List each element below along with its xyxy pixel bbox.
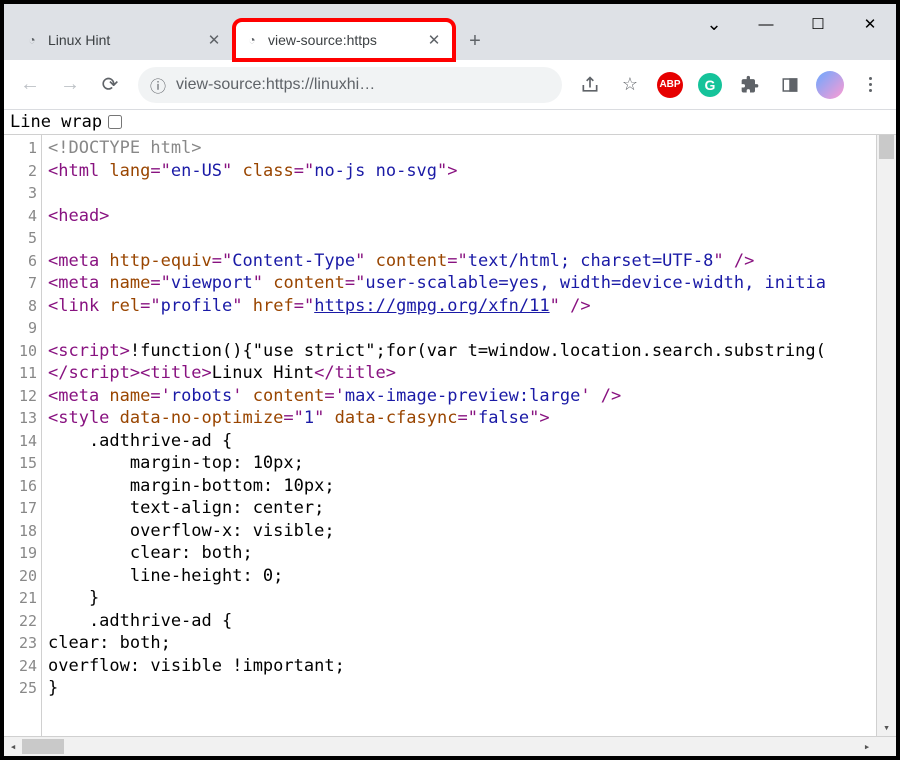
source-code[interactable]: <!DOCTYPE html> <html lang="en-US" class… [42,135,876,736]
favicon-icon: ◔ [244,32,260,48]
line-wrap-control: Line wrap [4,110,896,134]
address-bar[interactable]: ⓘ view-source:https://linuxhi… [138,67,562,103]
scroll-left-icon[interactable]: ◂ [4,740,22,753]
tab-linux-hint[interactable]: ◔ Linux Hint ✕ [14,20,234,60]
favicon-icon: ◔ [24,32,40,48]
new-tab-button[interactable]: + [460,26,490,56]
share-icon[interactable] [572,67,608,103]
tab-title: Linux Hint [48,32,198,48]
tab-title: view-source:https [268,32,418,48]
scrollbar-track[interactable] [22,737,858,756]
scroll-right-icon[interactable]: ▸ [858,740,876,753]
tab-strip: ◔ Linux Hint ✕ ◔ view-source:https ✕ + [4,20,490,60]
window-controls: ⌄ — ☐ ✕ [688,4,896,60]
url-text: view-source:https://linuxhi… [176,76,550,94]
toolbar: ← → ⟳ ⓘ view-source:https://linuxhi… ☆ A… [4,60,896,110]
horizontal-scrollbar[interactable]: ◂ ▸ [4,736,896,756]
line-number-gutter: 1234567891011121314151617181920212223242… [4,135,42,736]
minimize-button[interactable]: — [740,4,792,44]
close-icon[interactable]: ✕ [206,32,222,48]
extensions-icon[interactable] [732,67,768,103]
grammarly-extension-icon[interactable]: G [692,67,728,103]
line-wrap-checkbox[interactable] [108,115,122,129]
browser-window: ◔ Linux Hint ✕ ◔ view-source:https ✕ + ⌄… [0,0,900,760]
menu-button[interactable] [852,67,888,103]
close-icon[interactable]: ✕ [426,32,442,48]
forward-button[interactable]: → [52,67,88,103]
site-info-icon[interactable]: ⓘ [150,73,166,97]
tab-view-source[interactable]: ◔ view-source:https ✕ [234,20,454,60]
scrollbar-corner [876,737,896,756]
back-button[interactable]: ← [12,67,48,103]
scroll-down-icon[interactable]: ▾ [877,718,896,736]
vertical-scrollbar[interactable]: ▾ [876,135,896,736]
scrollbar-thumb[interactable] [22,739,64,754]
tab-search-button[interactable]: ⌄ [688,4,740,44]
reload-button[interactable]: ⟳ [92,67,128,103]
profile-avatar[interactable] [812,67,848,103]
scrollbar-thumb[interactable] [879,135,894,159]
titlebar: ◔ Linux Hint ✕ ◔ view-source:https ✕ + ⌄… [4,4,896,60]
page-content: Line wrap 123456789101112131415161718192… [4,110,896,756]
bookmark-icon[interactable]: ☆ [612,67,648,103]
adblock-extension-icon[interactable]: ABP [652,67,688,103]
window-close-button[interactable]: ✕ [844,4,896,44]
source-view: 1234567891011121314151617181920212223242… [4,134,896,736]
side-panel-icon[interactable] [772,67,808,103]
line-wrap-label: Line wrap [10,112,102,132]
maximize-button[interactable]: ☐ [792,4,844,44]
